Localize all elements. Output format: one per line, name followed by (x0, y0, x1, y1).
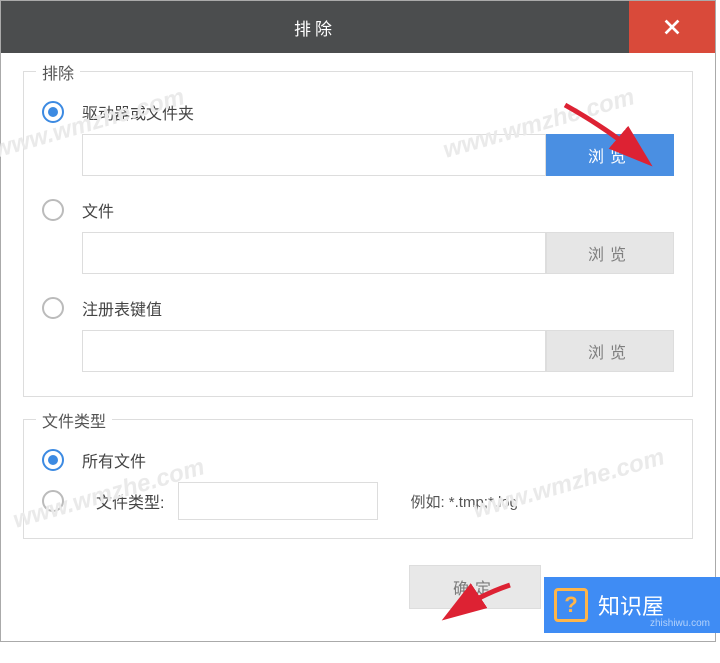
radio-all-files[interactable] (42, 449, 64, 471)
option-registry-label: 注册表键值 (82, 296, 162, 320)
option-registry[interactable]: 注册表键值 (42, 296, 674, 320)
radio-file[interactable] (42, 199, 64, 221)
option-all-files-label: 所有文件 (82, 448, 146, 472)
close-icon (661, 16, 683, 38)
option-drive-or-folder-label: 驱动器或文件夹 (82, 100, 194, 124)
option-all-files[interactable]: 所有文件 (42, 448, 674, 472)
group-exclude: 排除 驱动器或文件夹 浏览 文件 浏览 注册表键值 (23, 71, 693, 397)
option-file-type[interactable]: 文件类型: 例如: *.tmp;*.log (42, 482, 674, 520)
browse-drive-or-folder-button[interactable]: 浏览 (546, 134, 674, 176)
file-type-hint: 例如: *.tmp;*.log (410, 491, 518, 512)
dialog-title: 排除 (1, 1, 629, 53)
browse-file-button[interactable]: 浏览 (546, 232, 674, 274)
group-exclude-title: 排除 (36, 60, 80, 84)
input-drive-or-folder[interactable] (82, 134, 546, 176)
badge-url: zhishiwu.com (650, 618, 710, 629)
option-drive-or-folder[interactable]: 驱动器或文件夹 (42, 100, 674, 124)
confirm-button[interactable]: 确定 (409, 565, 541, 609)
exclude-dialog: 排除 排除 驱动器或文件夹 浏览 文件 (0, 0, 716, 642)
row-file: 浏览 (82, 232, 674, 274)
badge-name: 知识屋 (598, 589, 664, 621)
option-file-label: 文件 (82, 198, 114, 222)
input-file-type[interactable] (178, 482, 378, 520)
badge-q-icon: ? (554, 588, 588, 622)
input-file[interactable] (82, 232, 546, 274)
group-filetype-title: 文件类型 (36, 408, 112, 432)
radio-registry[interactable] (42, 297, 64, 319)
dialog-body: 排除 驱动器或文件夹 浏览 文件 浏览 注册表键值 (1, 53, 715, 641)
close-button[interactable] (629, 1, 715, 53)
browse-registry-button[interactable]: 浏览 (546, 330, 674, 372)
row-drive-or-folder: 浏览 (82, 134, 674, 176)
option-file-type-label: 文件类型: (96, 489, 164, 513)
radio-file-type[interactable] (42, 490, 64, 512)
input-registry[interactable] (82, 330, 546, 372)
brand-badge: ? 知识屋 zhishiwu.com (544, 577, 720, 633)
titlebar: 排除 (1, 1, 715, 53)
radio-drive-or-folder[interactable] (42, 101, 64, 123)
row-registry: 浏览 (82, 330, 674, 372)
group-filetype: 文件类型 所有文件 文件类型: 例如: *.tmp;*.log (23, 419, 693, 539)
option-file[interactable]: 文件 (42, 198, 674, 222)
